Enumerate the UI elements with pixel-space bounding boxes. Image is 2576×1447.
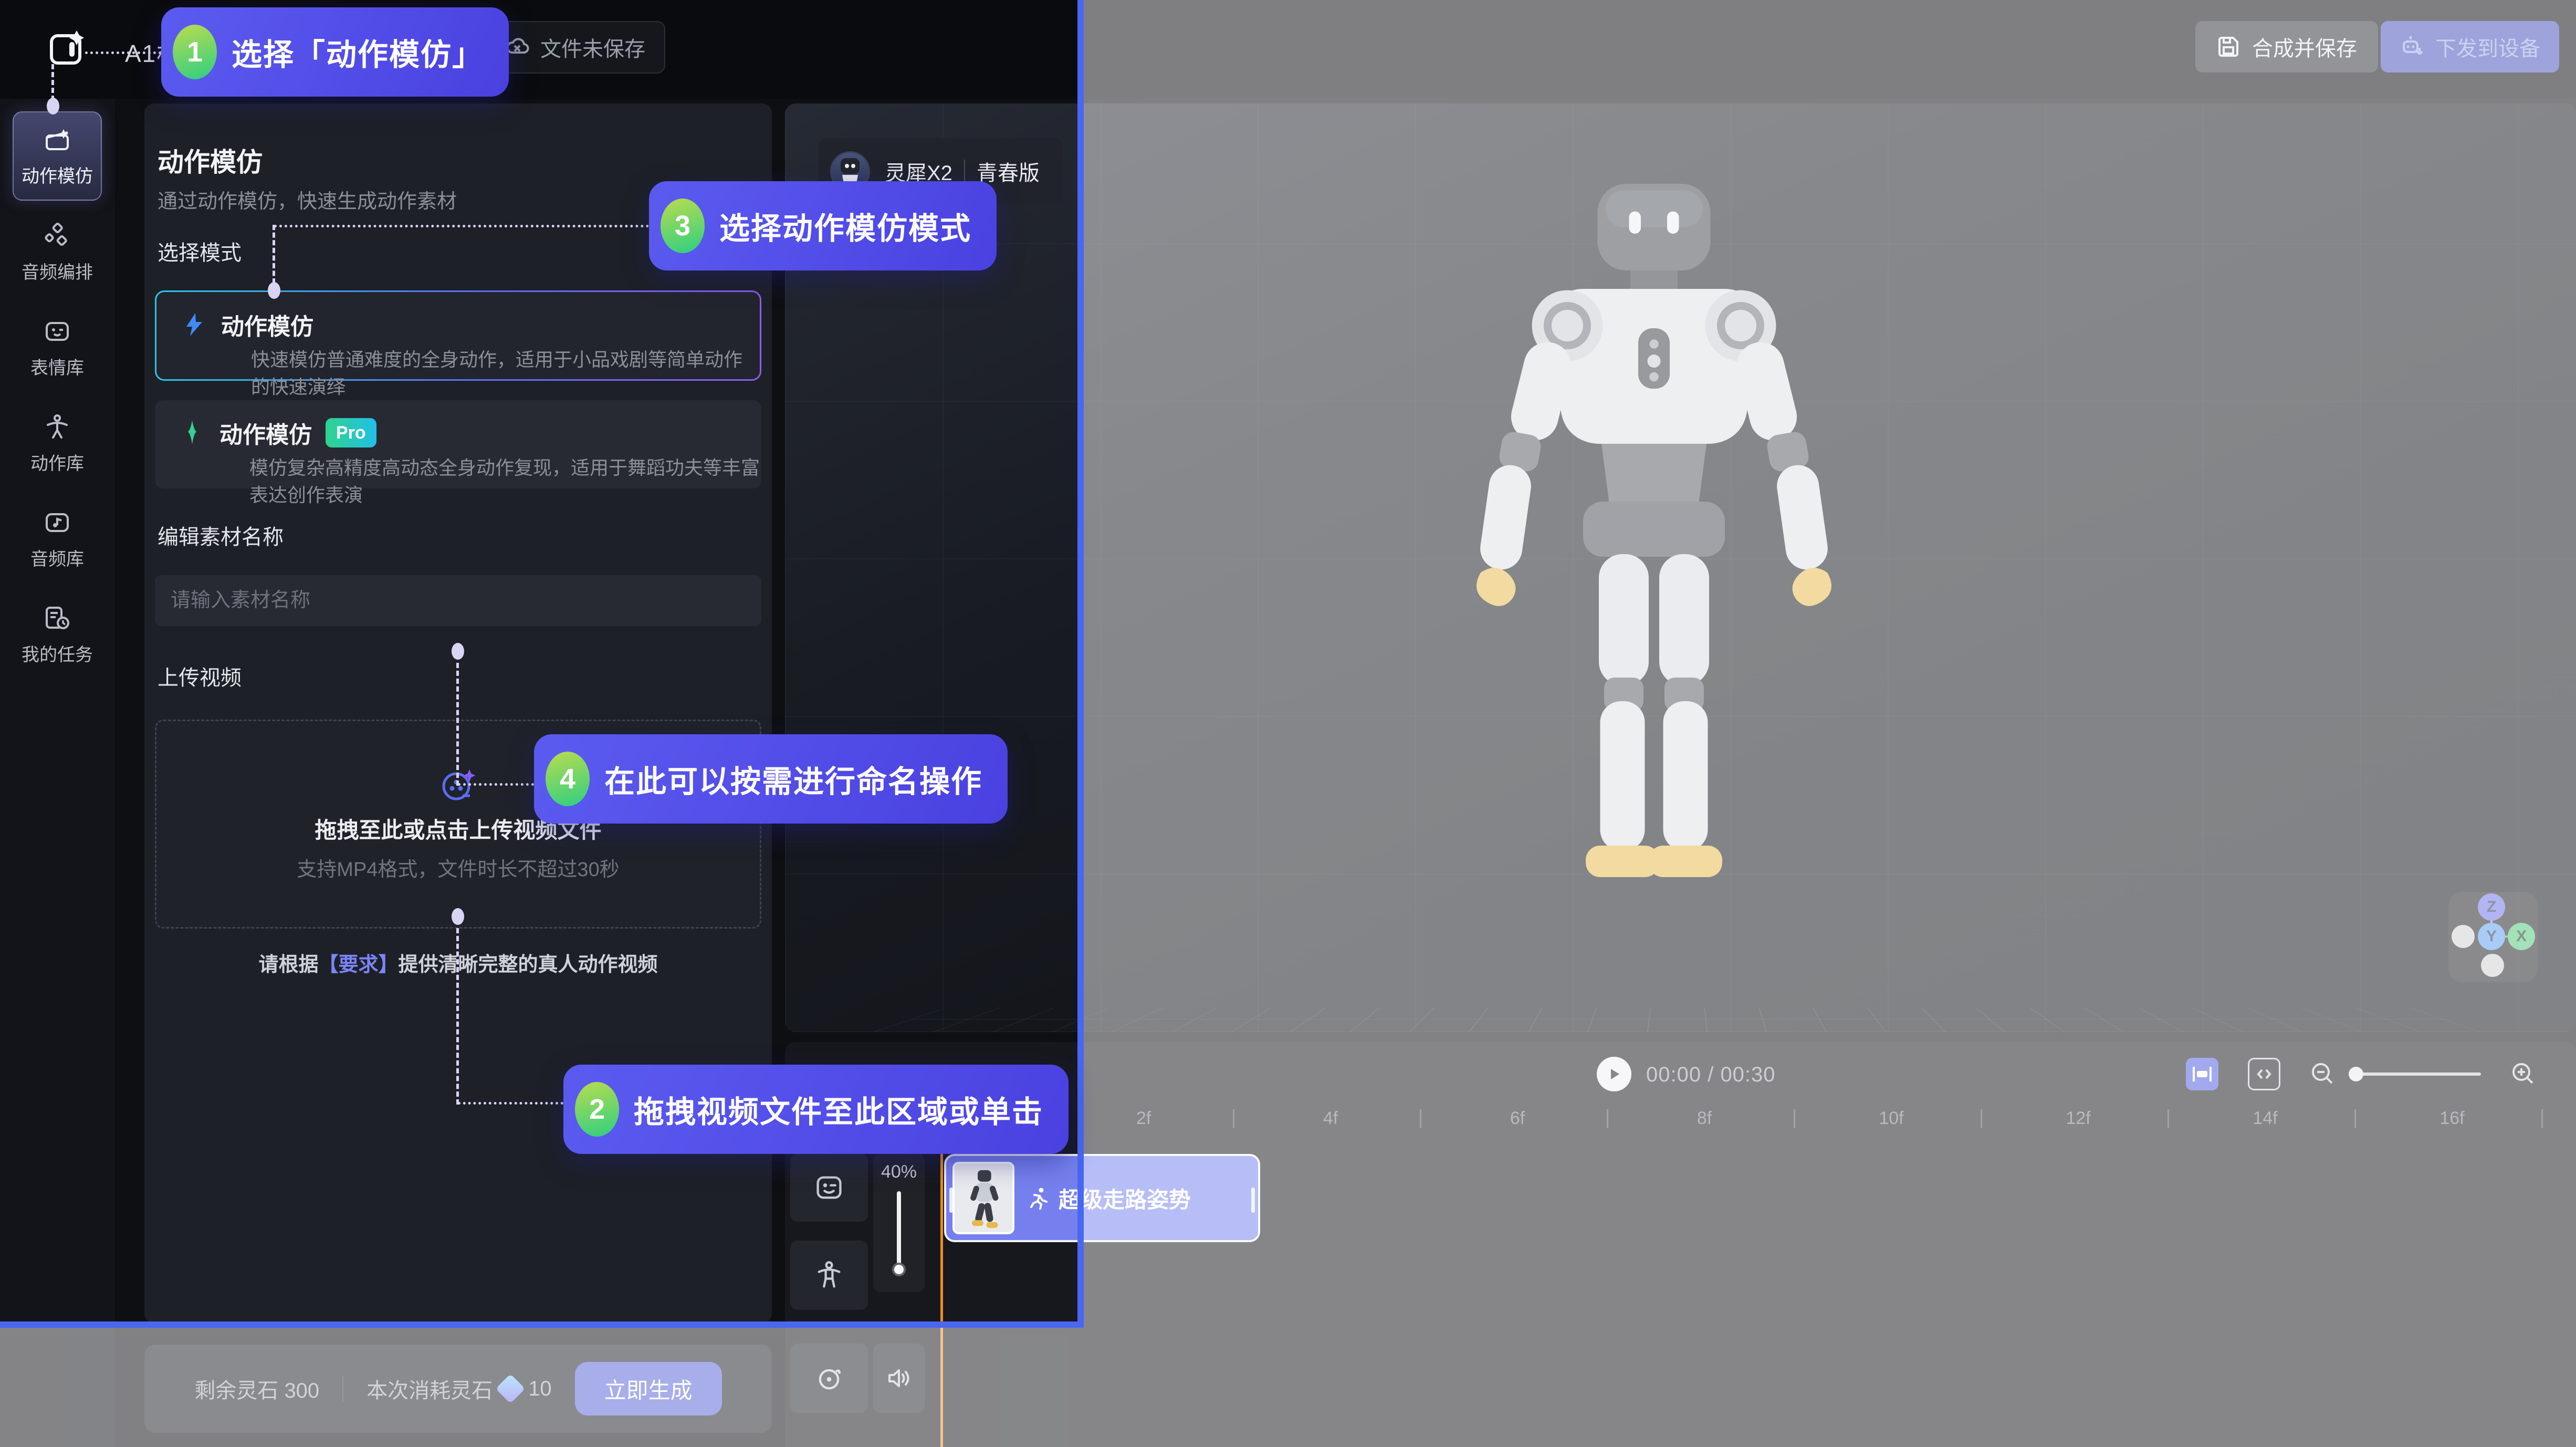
person-icon <box>43 412 72 442</box>
mode-card-title: 动作模仿 <box>221 308 313 341</box>
connector-dot-step2 <box>452 908 464 925</box>
sidebar-item-action-library[interactable]: 动作库 <box>6 399 108 487</box>
sidebar-item-my-tasks[interactable]: 我的任务 <box>6 590 108 679</box>
connector-step3 <box>273 225 275 284</box>
volume-value: 40% <box>873 1162 925 1182</box>
sidebar-item-label: 表情库 <box>30 353 84 379</box>
sidebar: 动作模仿 音频编排 表情库 动作库 <box>0 99 115 1447</box>
lightning-bolt-icon <box>180 311 207 338</box>
unsaved-label: 文件未保存 <box>540 32 645 63</box>
sidebar-item-motion-imitation[interactable]: 动作模仿 <box>13 111 102 201</box>
four-point-star-icon <box>179 419 206 446</box>
expression-track-button[interactable] <box>790 1153 868 1222</box>
action-track-button[interactable] <box>790 1241 868 1310</box>
connector-step4 <box>456 663 459 786</box>
clapperboard-icon <box>43 125 72 154</box>
material-name-input[interactable] <box>155 575 761 626</box>
figure-icon <box>813 1259 845 1291</box>
panel-subtitle: 通过动作模仿，快速生成动作素材 <box>158 185 457 214</box>
pro-badge: Pro <box>326 418 376 447</box>
step-number-badge: 3 <box>661 199 705 253</box>
volume-slider-track[interactable] <box>897 1191 901 1270</box>
step-number-badge: 2 <box>575 1082 619 1137</box>
sidebar-item-expression-library[interactable]: 表情库 <box>6 304 108 392</box>
model-edition: 青春版 <box>977 156 1040 186</box>
tour-tooltip-step2: 2 拖拽视频文件至此区域或单击 <box>563 1065 1069 1154</box>
volume-slider-knob[interactable] <box>892 1263 906 1276</box>
mode-card-title: 动作模仿 <box>219 416 312 450</box>
sidebar-item-label: 动作模仿 <box>22 162 93 188</box>
connector-step1 <box>85 51 161 54</box>
sidebar-item-audio-library[interactable]: 音频库 <box>6 495 108 583</box>
step-number-badge: 4 <box>546 752 590 806</box>
runner-icon <box>1027 1186 1050 1210</box>
task-list-clock-icon <box>43 603 72 633</box>
sidebar-item-label: 动作库 <box>30 449 84 475</box>
sidebar-item-label: 音频库 <box>30 545 84 570</box>
wink-face-icon <box>813 1172 845 1203</box>
mode-card-desc: 快速模仿普通难度的全身动作，适用于小品戏剧等简单动作的快速演绎 <box>251 345 760 399</box>
panel-title: 动作模仿 <box>158 141 263 179</box>
material-name-label: 编辑素材名称 <box>158 520 284 550</box>
mode-card-basic-selected[interactable]: 动作模仿 快速模仿普通难度的全身动作，适用于小品戏剧等简单动作的快速演绎 <box>155 290 761 381</box>
clip-trim-handle-left[interactable] <box>949 1188 953 1213</box>
connector-step1 <box>51 64 54 101</box>
connector-step3 <box>274 225 649 227</box>
music-library-icon <box>43 508 72 537</box>
tour-tooltip-step4: 4 在此可以按需进行命名操作 <box>534 734 1008 824</box>
mode-card-pro[interactable]: 动作模仿 Pro 模仿复杂高精度高动态全身动作复现，适用于舞蹈功夫等丰富表达创作… <box>155 400 761 488</box>
step-number-badge: 1 <box>173 25 217 79</box>
app-logo-robot-icon <box>49 29 86 66</box>
mode-select-label: 选择模式 <box>158 236 242 266</box>
tour-tooltip-step1: 1 选择「动作模仿」 <box>161 7 509 97</box>
connector-dot-step1 <box>47 98 59 114</box>
volume-column: 40% <box>873 1153 925 1292</box>
clip-thumbnail <box>952 1162 1014 1234</box>
app-window: A1机 文件未保存 合成并保存 下发到设备 <box>0 0 2576 1447</box>
robot-face-icon <box>43 317 72 346</box>
tour-dim-overlay-right <box>1084 0 2576 1447</box>
connector-step4 <box>458 783 534 786</box>
connector-step2 <box>458 1102 563 1105</box>
upload-video-label: 上传视频 <box>158 661 242 691</box>
connector-step2 <box>456 928 459 1105</box>
tour-highlight-border-bottom <box>0 1321 1084 1328</box>
requirement-link[interactable]: 【要求】 <box>318 954 398 976</box>
tour-highlight-border-right <box>1077 0 1084 1328</box>
tour-dim-overlay-bottom <box>0 1328 1084 1447</box>
file-unsaved-status[interactable]: 文件未保存 <box>485 21 665 74</box>
dropzone-subtitle: 支持MP4格式，文件时长不超过30秒 <box>297 853 619 882</box>
connector-dot-step3 <box>268 282 280 299</box>
mode-card-desc: 模仿复杂高精度高动态全身动作复现，适用于舞蹈功夫等丰富表达创作表演 <box>249 453 761 507</box>
diamonds-icon <box>43 221 72 251</box>
tour-tooltip-step3: 3 选择动作模仿模式 <box>649 181 997 270</box>
divider <box>964 160 965 183</box>
sidebar-item-label: 我的任务 <box>22 640 93 666</box>
sidebar-item-label: 音频编排 <box>22 258 93 284</box>
connector-dot-step4 <box>452 643 464 660</box>
sidebar-item-audio-arrange[interactable]: 音频编排 <box>6 208 108 296</box>
